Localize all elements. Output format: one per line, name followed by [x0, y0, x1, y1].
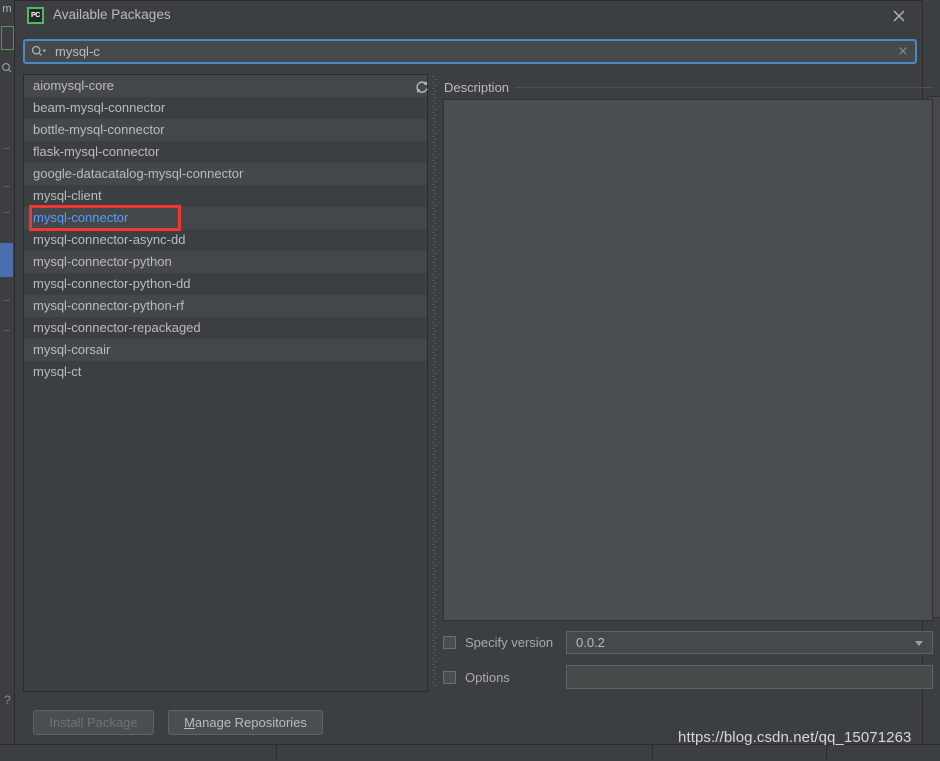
- package-list-item[interactable]: mysql-corsair: [24, 339, 427, 361]
- search-icon[interactable]: [31, 45, 47, 58]
- dialog-titlebar: PC Available Packages: [15, 1, 922, 31]
- ide-tick: [3, 212, 10, 213]
- ide-tick: [3, 300, 10, 301]
- package-name: aiomysql-core: [33, 78, 114, 93]
- ide-statusbar: [0, 744, 940, 761]
- package-list[interactable]: aiomysql-core beam-mysql-connector bottle-…: [23, 74, 428, 692]
- ide-selected-marker: [0, 243, 13, 277]
- package-name: mysql-corsair: [33, 342, 111, 357]
- description-content: [443, 99, 933, 621]
- package-list-item[interactable]: aiomysql-core: [24, 75, 427, 97]
- package-list-item[interactable]: mysql-client: [24, 185, 427, 207]
- watermark: https://blog.csdn.net/qq_15071263: [678, 729, 912, 746]
- package-list-item[interactable]: mysql-ct: [24, 361, 427, 383]
- help-icon[interactable]: ?: [1, 692, 14, 708]
- package-list-item[interactable]: mysql-connector: [24, 207, 427, 229]
- package-list-item[interactable]: bottle-mysql-connector: [24, 119, 427, 141]
- package-name: google-datacatalog-mysql-connector: [33, 166, 244, 181]
- manage-repositories-button[interactable]: Manage Repositories: [168, 710, 323, 735]
- version-value: 0.0.2: [576, 635, 605, 650]
- clear-icon[interactable]: [897, 45, 909, 57]
- options-label: Options: [465, 670, 510, 685]
- package-name: mysql-client: [33, 188, 102, 203]
- search-icon[interactable]: [1, 62, 13, 74]
- package-name: flask-mysql-connector: [33, 144, 160, 159]
- ide-strip-text: m: [2, 3, 12, 15]
- package-name: mysql-connector-python-rf: [33, 298, 184, 313]
- install-package-button[interactable]: Install Package: [33, 710, 154, 735]
- options-input[interactable]: [566, 665, 933, 689]
- package-name: mysql-connector: [33, 210, 129, 225]
- description-rule: [515, 87, 933, 88]
- package-list-item[interactable]: mysql-connector-python-rf: [24, 295, 427, 317]
- package-list-item[interactable]: google-datacatalog-mysql-connector: [24, 163, 427, 185]
- statusbar-divider: [276, 744, 277, 760]
- manage-mnemonic: M: [184, 715, 195, 730]
- options-checkbox[interactable]: [443, 671, 456, 684]
- package-name: mysql-connector-python-dd: [33, 276, 191, 291]
- dialog-title: Available Packages: [53, 7, 171, 22]
- version-select[interactable]: 0.0.2: [566, 631, 933, 654]
- package-list-item[interactable]: mysql-connector-python-dd: [24, 273, 427, 295]
- description-label: Description: [444, 80, 510, 95]
- package-name: mysql-connector-async-dd: [33, 232, 186, 247]
- ide-left-toolstrip: m ?: [0, 0, 15, 760]
- package-list-item[interactable]: mysql-connector-async-dd: [24, 229, 427, 251]
- statusbar-divider: [826, 744, 827, 760]
- package-list-item[interactable]: mysql-connector-python: [24, 251, 427, 273]
- available-packages-dialog: PC Available Packages mysql-c aiomysql-c…: [14, 0, 933, 745]
- package-list-item[interactable]: beam-mysql-connector: [24, 97, 427, 119]
- statusbar-divider: [652, 744, 653, 760]
- package-name: mysql-ct: [33, 364, 82, 379]
- ide-green-marker: [1, 26, 14, 50]
- refresh-icon[interactable]: [414, 79, 430, 95]
- package-name: bottle-mysql-connector: [33, 122, 165, 137]
- search-value: mysql-c: [55, 44, 100, 59]
- package-list-item[interactable]: mysql-connector-repackaged: [24, 317, 427, 339]
- package-name: mysql-connector-repackaged: [33, 320, 201, 335]
- ide-tick: [3, 148, 10, 149]
- manage-label: anage Repositories: [194, 715, 307, 730]
- pycharm-icon: PC: [27, 7, 44, 24]
- specify-version-label: Specify version: [465, 635, 554, 650]
- package-name: beam-mysql-connector: [33, 100, 166, 115]
- ide-tick: [3, 330, 10, 331]
- specify-version-checkbox[interactable]: [443, 636, 456, 649]
- chevron-down-icon[interactable]: [915, 641, 923, 646]
- package-name: mysql-connector-python: [33, 254, 172, 269]
- panel-splitter[interactable]: [431, 76, 440, 688]
- close-icon[interactable]: [889, 6, 909, 26]
- ide-tick: [3, 186, 10, 187]
- package-list-item[interactable]: flask-mysql-connector: [24, 141, 427, 163]
- search-input[interactable]: mysql-c: [23, 39, 917, 64]
